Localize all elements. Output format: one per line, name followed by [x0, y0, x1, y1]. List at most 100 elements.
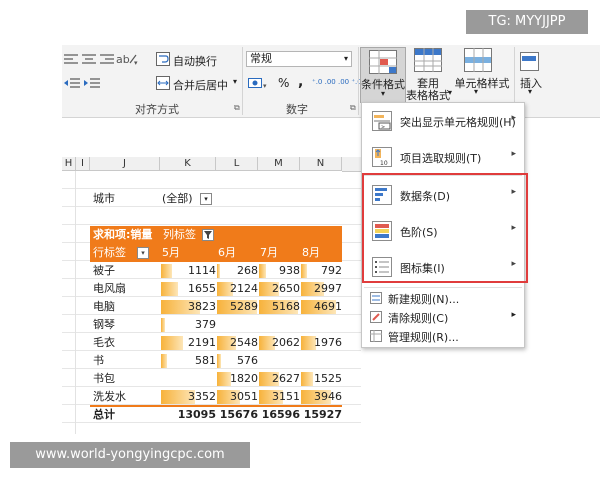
table-cell[interactable]: 576 [216, 352, 262, 370]
table-cell[interactable]: 3051 [216, 388, 262, 406]
merge-center-button[interactable]: 合并后居中 [173, 77, 228, 93]
table-cell[interactable] [216, 316, 262, 334]
table-cell[interactable]: 5168 [258, 298, 304, 316]
total-cell: 15927 [303, 408, 342, 421]
menu-item-new-rule[interactable]: 新建规则(N)... [362, 289, 524, 307]
table-cell[interactable]: 2124 [216, 280, 262, 298]
column-header-k[interactable]: K [160, 157, 216, 171]
number-group-label: 数字 [286, 103, 308, 116]
increase-decimal-button[interactable]: ⁺.0 .00 [312, 78, 336, 86]
month-header: 5月 [162, 246, 180, 259]
menu-item-manage-rules[interactable]: 管理规则(R)... [362, 327, 524, 345]
align-center-icon[interactable] [82, 53, 96, 68]
table-row: 钢琴 379 [90, 316, 342, 334]
number-format-combo[interactable]: 常规 ▾ [246, 51, 352, 67]
filter-dropdown-icon[interactable]: ▾ [200, 193, 212, 205]
wrap-text-icon[interactable] [156, 52, 170, 69]
table-cell[interactable] [300, 352, 346, 370]
table-cell[interactable]: 1525 [300, 370, 346, 388]
menu-item-highlight-rules[interactable]: > 突出显示单元格规则(H) ▸ [362, 105, 524, 137]
cell-value: 5168 [272, 300, 300, 313]
percent-button[interactable]: % [278, 76, 289, 90]
table-cell[interactable]: 1976 [300, 334, 346, 352]
table-cell[interactable]: 2191 [160, 334, 220, 352]
data-bar [301, 264, 307, 278]
group-separator [242, 47, 243, 115]
column-header-n[interactable]: N [300, 157, 342, 171]
table-cell[interactable]: 4691 [300, 298, 346, 316]
table-cell[interactable] [258, 352, 304, 370]
table-cell[interactable]: 2548 [216, 334, 262, 352]
table-cell[interactable]: 2062 [258, 334, 304, 352]
watermark-top: TG: MYYJJPP [466, 10, 588, 34]
increase-indent-icon[interactable] [84, 77, 100, 92]
table-cell[interactable] [160, 370, 220, 388]
number-dialog-launcher[interactable]: ⧉ [350, 103, 356, 113]
align-dialog-launcher[interactable]: ⧉ [234, 103, 240, 113]
table-cell[interactable] [300, 316, 346, 334]
top-bottom-rules-icon: 10 [372, 147, 392, 167]
data-bar [161, 264, 172, 278]
table-cell[interactable]: 3823 [160, 298, 220, 316]
month-header: 6月 [218, 246, 236, 259]
table-cell[interactable]: 581 [160, 352, 220, 370]
orientation-icon[interactable]: ab ▾ [116, 52, 138, 69]
month-header: 7月 [260, 246, 278, 259]
comma-button[interactable]: , [298, 74, 303, 90]
column-header-i[interactable]: I [76, 157, 90, 171]
cell-value: 2997 [314, 282, 342, 295]
svg-text:▾: ▾ [263, 82, 267, 90]
data-bar [217, 264, 220, 278]
wrap-text-button[interactable]: 自动换行 [173, 53, 217, 69]
table-cell[interactable]: 1655 [160, 280, 220, 298]
total-row: 总计 13095 15676 16596 15927 [90, 406, 342, 424]
align-left-icon[interactable] [64, 53, 78, 68]
table-cell[interactable]: 2997 [300, 280, 346, 298]
cell-value: 1976 [314, 336, 342, 349]
merge-center-icon[interactable] [156, 76, 170, 93]
cell-value: 4691 [314, 300, 342, 313]
table-cell[interactable]: 268 [216, 262, 262, 280]
row-name: 毛衣 [93, 336, 115, 349]
table-cell[interactable] [258, 316, 304, 334]
table-cell[interactable]: 379 [160, 316, 220, 334]
merge-dropdown-arrow[interactable]: ▾ [233, 77, 237, 86]
row-filter-icon[interactable]: ▾ [137, 247, 149, 259]
table-cell[interactable]: 792 [300, 262, 346, 280]
column-header-l[interactable]: L [216, 157, 258, 171]
table-row: 被子 1114 268 938 792 [90, 262, 342, 280]
column-header-m[interactable]: M [258, 157, 300, 171]
table-cell[interactable]: 2650 [258, 280, 304, 298]
total-label: 总计 [93, 408, 115, 421]
chevron-down-icon: ▾ [343, 54, 348, 63]
row-label: 行标签 [93, 246, 126, 259]
table-cell[interactable]: 3151 [258, 388, 304, 406]
cell-value: 1820 [230, 372, 258, 385]
pivot-body: 被子 1114 268 938 792 电风扇 1655 2124 2650 2997 电脑 3823… [90, 262, 342, 406]
table-cell[interactable]: 5289 [216, 298, 262, 316]
insert-cells-icon[interactable] [520, 48, 540, 75]
chevron-down-icon: ▾ [474, 87, 479, 96]
cell-style-icon[interactable] [464, 48, 492, 75]
data-bar [161, 354, 167, 368]
decrease-indent-icon[interactable] [64, 77, 80, 92]
filter-funnel-icon[interactable] [202, 229, 214, 241]
cell-value: 5289 [230, 300, 258, 313]
menu-item-clear-rules[interactable]: 清除规则(C) ▸ [362, 308, 524, 326]
table-cell[interactable]: 1114 [160, 262, 220, 280]
table-cell[interactable]: 938 [258, 262, 304, 280]
currency-icon[interactable]: ▾ [248, 76, 270, 93]
table-cell[interactable]: 3352 [160, 388, 220, 406]
cell-style-button[interactable]: 单元格样式 [454, 75, 510, 91]
align-right-icon[interactable] [100, 53, 114, 68]
row-name: 书 [93, 354, 104, 367]
menu-item-top-bottom-rules[interactable]: 10 项目选取规则(T) ▸ [362, 141, 524, 173]
cell-value: 3823 [188, 300, 216, 313]
column-header-h[interactable]: H [62, 157, 76, 171]
table-cell[interactable]: 3946 [300, 388, 346, 406]
menu-item-label: 新建规则(N)... [388, 293, 460, 306]
table-cell[interactable]: 2627 [258, 370, 304, 388]
table-format-icon[interactable] [414, 48, 442, 75]
table-cell[interactable]: 1820 [216, 370, 262, 388]
column-header-j[interactable]: J [90, 157, 160, 171]
